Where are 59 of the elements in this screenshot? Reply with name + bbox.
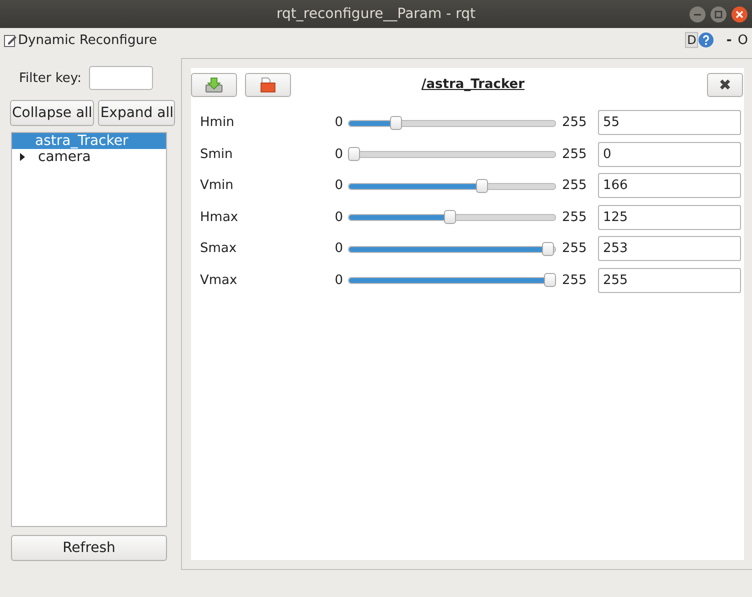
filter-label: Filter key: <box>19 70 82 86</box>
max-label: 255 <box>562 146 588 162</box>
expand-all-button[interactable]: Expand all <box>98 100 176 126</box>
download-icon <box>205 76 223 92</box>
slider[interactable] <box>348 178 556 193</box>
param-label: Vmin <box>199 178 234 194</box>
minimize-button[interactable]: - <box>726 32 732 48</box>
value-field[interactable]: 125 <box>598 204 741 230</box>
param-label: Smax <box>199 241 238 256</box>
refresh-button[interactable]: Refresh <box>11 535 167 561</box>
collapse-all-button[interactable]: Collapse all <box>10 100 94 126</box>
plugin-title: Dynamic Reconfigure <box>18 32 158 48</box>
slider[interactable] <box>348 116 556 130</box>
close-icon[interactable] <box>731 6 748 23</box>
param-label: Hmin <box>199 115 236 130</box>
folder-icon <box>260 76 276 92</box>
save-button[interactable] <box>191 72 237 96</box>
max-label: 255 <box>562 210 588 225</box>
value-field[interactable]: 166 <box>598 173 741 198</box>
param-label: Smin <box>199 146 234 162</box>
load-button[interactable] <box>245 72 291 96</box>
slider[interactable] <box>348 273 556 288</box>
max-label: 255 <box>562 115 588 130</box>
slider[interactable] <box>348 210 556 224</box>
slider-handle[interactable] <box>544 273 556 288</box>
close-button[interactable]: ✖ <box>707 72 743 96</box>
slider-handle[interactable] <box>444 210 456 224</box>
restore-button[interactable]: O <box>738 32 748 48</box>
max-label: 255 <box>562 272 588 288</box>
tree-item[interactable]: camera <box>12 149 166 165</box>
min-label: 0 <box>334 178 343 194</box>
param-label: Vmax <box>199 272 238 288</box>
param-label: Hmax <box>199 210 240 225</box>
dock-button[interactable]: D <box>685 32 698 48</box>
min-label: 0 <box>334 241 343 256</box>
min-label: 0 <box>334 146 343 162</box>
node-title: /astra_Tracker <box>420 77 526 92</box>
tree-item[interactable]: astra_Tracker <box>12 133 166 149</box>
filter-field[interactable] <box>88 66 153 90</box>
pencil-icon <box>4 34 17 46</box>
value-field[interactable]: 253 <box>598 236 741 262</box>
slider[interactable] <box>348 147 556 162</box>
slider-handle[interactable] <box>348 147 360 162</box>
min-label: 0 <box>334 210 343 225</box>
slider[interactable] <box>348 242 556 256</box>
min-label: 0 <box>334 272 343 288</box>
value-field[interactable]: 255 <box>598 268 741 293</box>
max-label: 255 <box>562 178 588 194</box>
window-title: rqt_reconfigure__Param - rqt <box>276 6 476 22</box>
min-label: 0 <box>334 115 343 130</box>
slider-handle[interactable] <box>476 178 488 193</box>
max-label: 255 <box>562 241 588 256</box>
help-icon[interactable] <box>698 32 714 48</box>
collapsed-arrow-icon[interactable] <box>18 153 26 161</box>
slider-handle[interactable] <box>542 242 554 256</box>
value-field[interactable]: 55 <box>598 110 741 136</box>
slider-handle[interactable] <box>390 116 402 130</box>
value-field[interactable]: 0 <box>598 142 741 167</box>
minimize-icon[interactable] <box>689 6 706 23</box>
